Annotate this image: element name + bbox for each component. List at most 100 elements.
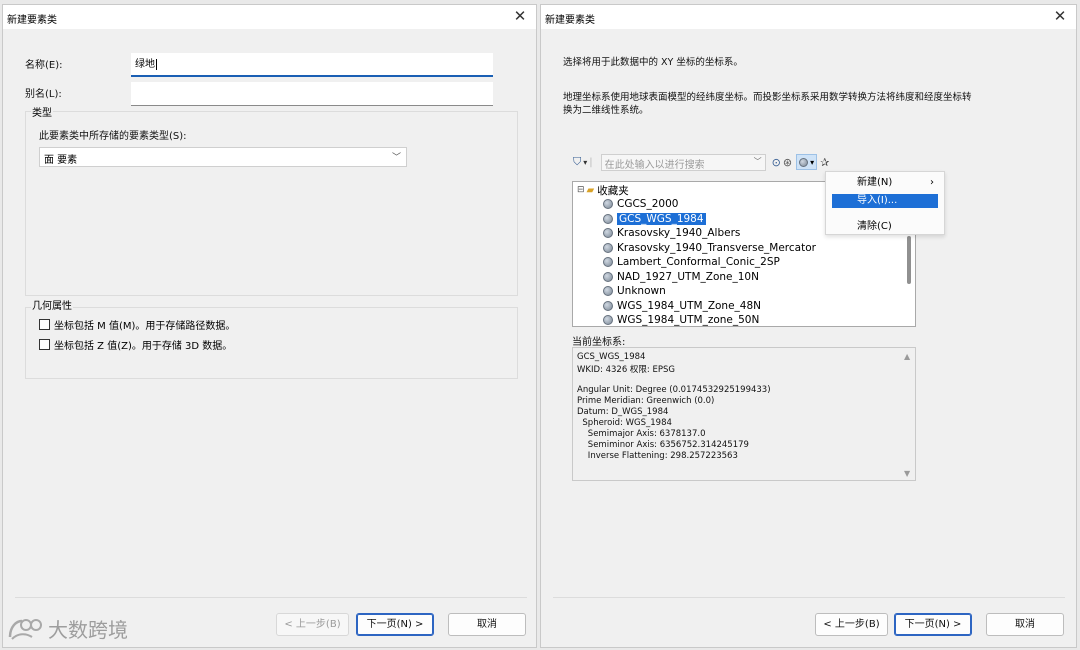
globe-icon xyxy=(603,315,613,325)
z-values-checkbox-row[interactable]: 坐标包括 Z 值(Z)。用于存储 3D 数据。 xyxy=(39,337,232,352)
tree-item-label: NAD_1927_UTM_Zone_10N xyxy=(617,270,759,283)
description-line-2: 换为二维线性系统。 xyxy=(563,105,649,116)
next-button[interactable]: 下一页(N) > xyxy=(356,613,434,636)
find-icon[interactable]: ⊛ xyxy=(783,156,792,169)
globe-icon xyxy=(799,157,809,167)
search-icon[interactable]: ⊙ xyxy=(772,156,781,169)
tree-item[interactable]: WGS_1984_UTM_zone_50N xyxy=(603,313,760,326)
globe-icon xyxy=(603,213,613,224)
scroll-up-icon[interactable]: ▲ xyxy=(904,352,910,361)
close-icon[interactable]: ✕ xyxy=(1052,7,1068,25)
footer-divider xyxy=(15,597,527,598)
name-input[interactable]: 绿地 xyxy=(131,53,493,77)
favorite-icon[interactable]: ✰ xyxy=(820,156,829,169)
info-line: Spheroid: WGS_1984 xyxy=(577,418,672,428)
info-line: Semiminor Axis: 6356752.314245179 xyxy=(577,440,749,450)
tree-root-label: 收藏夹 xyxy=(597,184,629,197)
new-feature-class-dialog-step2: 新建要素类 ✕ 选择将用于此数据中的 XY 坐标的坐标系。 地理坐标系使用地球表… xyxy=(540,4,1077,648)
title-bar: 新建要素类 ✕ xyxy=(3,5,536,29)
dialog-title: 新建要素类 xyxy=(7,15,57,26)
z-values-label: 坐标包括 Z 值(Z)。用于存储 3D 数据。 xyxy=(54,341,233,352)
filter-dropdown-icon[interactable]: ▾ xyxy=(583,158,587,167)
tree-item[interactable]: Krasovsky_1940_Albers xyxy=(603,226,740,240)
tree-item-label: CGCS_2000 xyxy=(617,198,679,210)
globe-icon xyxy=(603,228,613,238)
tree-item-selected[interactable]: GCS_WGS_1984 xyxy=(603,212,706,226)
m-values-checkbox[interactable] xyxy=(39,319,50,330)
tree-item-label: WGS_1984_UTM_Zone_48N xyxy=(617,299,762,312)
menu-item-new-label: 新建(N) xyxy=(857,177,893,188)
info-line: Datum: D_WGS_1984 xyxy=(577,407,669,417)
watermark-logo-icon xyxy=(8,618,42,640)
scroll-down-icon[interactable]: ▼ xyxy=(904,469,910,478)
info-line: Angular Unit: Degree (0.0174532925199433… xyxy=(577,385,771,395)
info-line: Prime Meridian: Greenwich (0.0) xyxy=(577,396,715,406)
next-button[interactable]: 下一页(N) > xyxy=(894,613,972,636)
add-coordinate-system-button[interactable]: ▾ xyxy=(796,154,818,170)
menu-item-new[interactable]: 新建(N) › xyxy=(832,176,938,190)
alias-label: 别名(L): xyxy=(25,89,62,100)
tree-item[interactable]: Unknown xyxy=(603,284,666,298)
watermark-text: 大数跨境 xyxy=(48,618,128,642)
z-values-checkbox[interactable] xyxy=(39,339,50,350)
close-icon[interactable]: ✕ xyxy=(512,7,528,25)
m-values-label: 坐标包括 M 值(M)。用于存储路径数据。 xyxy=(54,321,236,332)
tree-item-label: Krasovsky_1940_Albers xyxy=(617,227,741,239)
coord-toolbar: ⛉ ▾ | 在此处输入以进行搜索 ﹀ ⊙ ⊛ ▾ ✰ xyxy=(573,153,831,171)
dropdown-arrow-icon: ▾ xyxy=(810,157,815,167)
cancel-button[interactable]: 取消 xyxy=(986,613,1064,636)
info-line: Inverse Flattening: 298.257223563 xyxy=(577,451,738,461)
alias-input[interactable] xyxy=(131,82,493,106)
folder-icon: ▰ xyxy=(586,184,595,196)
current-coordinate-system-details: GCS_WGS_1984 WKID: 4326 权限: EPSG Angular… xyxy=(572,347,916,481)
current-coordinate-system-label: 当前坐标系: xyxy=(572,337,626,348)
watermark: 大数跨境 xyxy=(6,614,128,643)
name-label: 名称(E): xyxy=(25,60,63,71)
globe-icon xyxy=(603,286,613,296)
globe-icon xyxy=(603,257,613,267)
chevron-down-icon: ﹀ xyxy=(753,156,762,166)
m-values-checkbox-row[interactable]: 坐标包括 M 值(M)。用于存储路径数据。 xyxy=(39,317,235,332)
tree-item-label: WGS_1984_UTM_zone_50N xyxy=(617,314,760,326)
submenu-arrow-icon: › xyxy=(930,177,934,188)
tree-item-label: GCS_WGS_1984 xyxy=(617,212,706,225)
tree-item[interactable]: CGCS_2000 xyxy=(603,197,678,211)
tree-scrollbar[interactable] xyxy=(907,236,911,284)
globe-icon xyxy=(603,271,613,282)
feature-type-select[interactable]: 面 要素 ﹀ xyxy=(39,147,407,167)
filter-icon[interactable]: ⛉ xyxy=(573,155,581,169)
tree-item[interactable]: Krasovsky_1940_Transverse_Mercator xyxy=(603,241,816,255)
footer-divider xyxy=(553,597,1065,598)
tree-item[interactable]: WGS_1984_UTM_Zone_48N xyxy=(603,299,761,313)
type-prompt: 此要素类中所存储的要素类型(S): xyxy=(39,131,187,142)
dialog-title: 新建要素类 xyxy=(545,15,595,26)
back-button[interactable]: < 上一步(B) xyxy=(276,613,349,636)
tree-item[interactable]: NAD_1927_UTM_Zone_10N xyxy=(603,270,759,284)
globe-icon xyxy=(603,242,613,253)
info-line: Semimajor Axis: 6378137.0 xyxy=(577,429,706,439)
tree-item[interactable]: Lambert_Conformal_Conic_2SP xyxy=(603,255,780,269)
menu-item-import[interactable]: 导入(I)... xyxy=(832,194,938,208)
name-input-value: 绿地 xyxy=(135,59,155,70)
info-line: WKID: 4326 权限: EPSG xyxy=(577,365,675,375)
tree-item-label: Lambert_Conformal_Conic_2SP xyxy=(617,256,780,268)
intro-text: 选择将用于此数据中的 XY 坐标的坐标系。 xyxy=(563,57,743,68)
menu-item-clear[interactable]: 清除(C) xyxy=(832,220,938,234)
type-group-title: 类型 xyxy=(31,104,53,119)
back-button[interactable]: < 上一步(B) xyxy=(815,613,888,636)
cancel-button[interactable]: 取消 xyxy=(448,613,526,636)
new-feature-class-dialog-step1: 新建要素类 ✕ 名称(E): 绿地 别名(L): 类型 此要素类中所存储的要素类… xyxy=(2,4,537,648)
info-line: GCS_WGS_1984 xyxy=(577,352,646,362)
tree-root-favorites[interactable]: ⊟ ▰ 收藏夹 xyxy=(577,183,629,197)
tree-item-label: Krasovsky_1940_Transverse_Mercator xyxy=(617,241,816,254)
tree-item-label: Unknown xyxy=(617,285,666,297)
search-placeholder: 在此处输入以进行搜索 xyxy=(604,159,705,171)
info-scrollbar[interactable]: ▲ ▼ xyxy=(901,348,915,480)
title-bar: 新建要素类 ✕ xyxy=(541,5,1076,29)
search-input[interactable]: 在此处输入以进行搜索 ﹀ xyxy=(600,153,766,171)
geometry-group-title: 几何属性 xyxy=(31,297,73,312)
toolbar-separator: | xyxy=(589,156,593,168)
collapse-icon[interactable]: ⊟ xyxy=(577,185,585,195)
chevron-down-icon: ﹀ xyxy=(391,153,401,163)
feature-type-value: 面 要素 xyxy=(44,155,78,166)
